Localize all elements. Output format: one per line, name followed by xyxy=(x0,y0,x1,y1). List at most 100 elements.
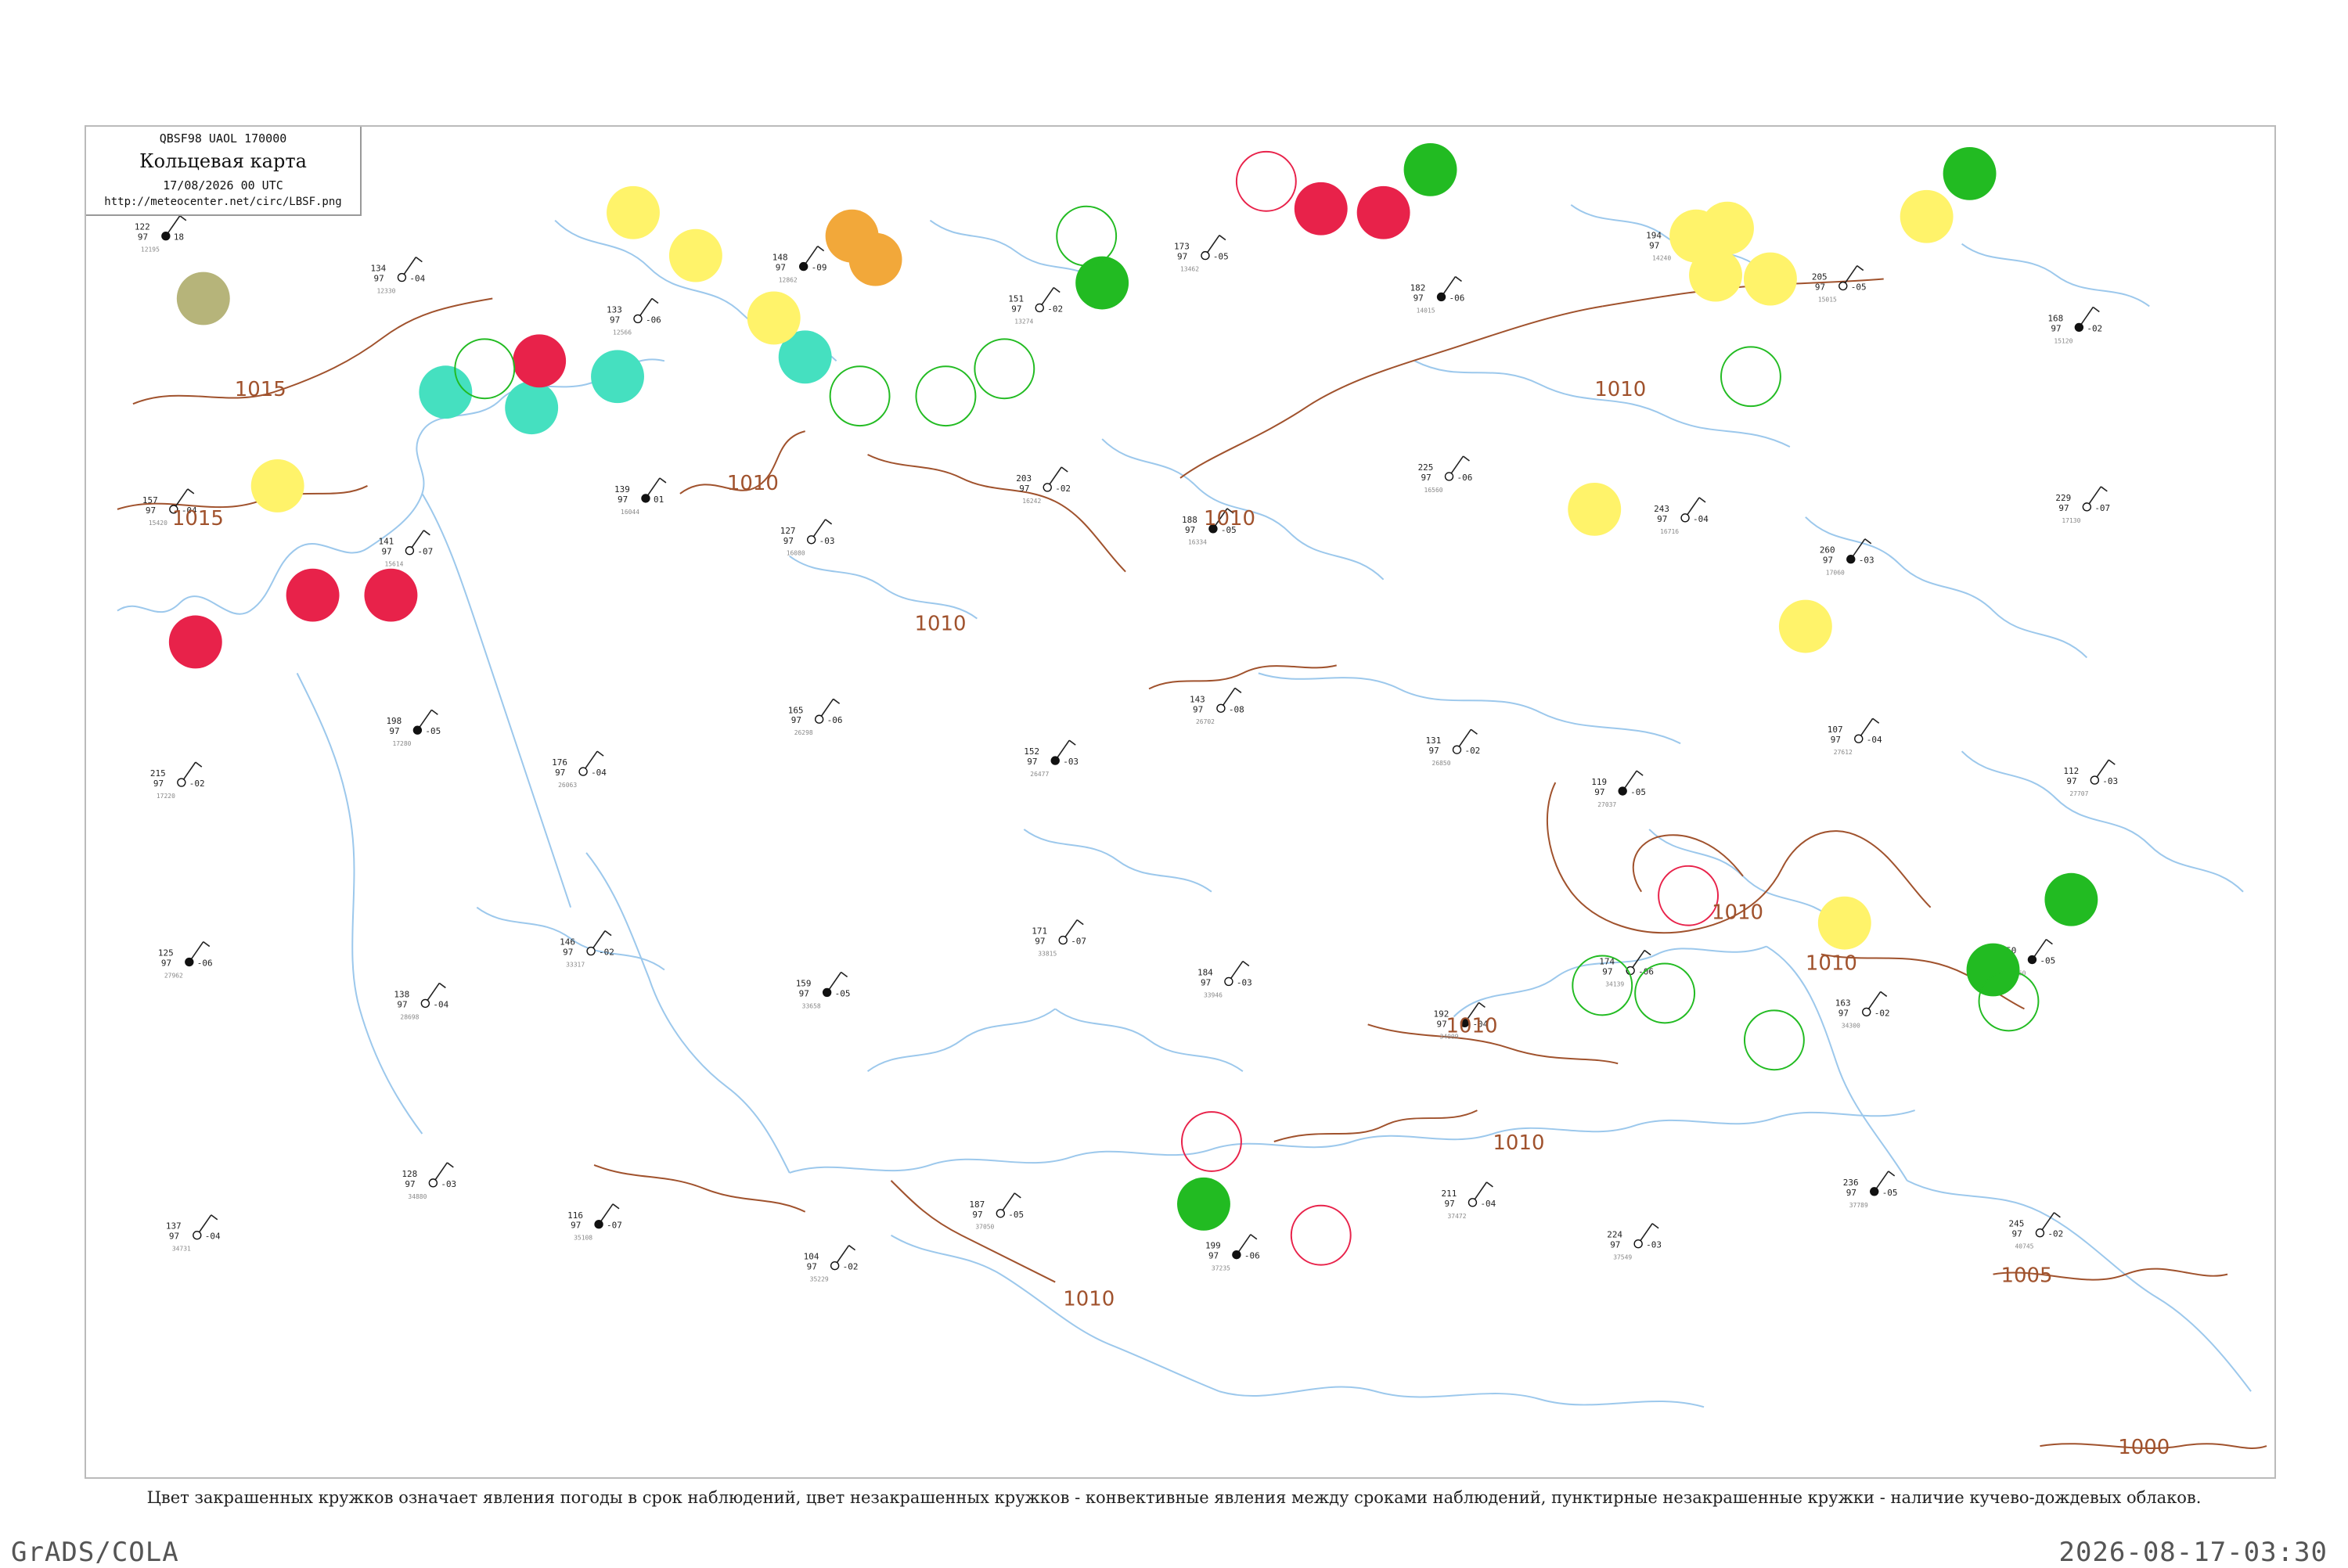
dewpoint-value: 97 xyxy=(405,1179,415,1189)
dewpoint-value: 97 xyxy=(972,1210,982,1220)
station-id: 15614 xyxy=(384,561,403,568)
station-plot: 13797 -04 34731 xyxy=(166,1214,221,1253)
pressure-tendency: 01 xyxy=(654,494,664,505)
weather-phenomenon-circle xyxy=(607,185,660,239)
station-id: 34880 xyxy=(408,1193,427,1200)
pressure-tendency: -07 xyxy=(417,547,433,557)
temperature-value: 236 xyxy=(1843,1178,1859,1188)
weather-phenomenon-circle xyxy=(747,291,801,345)
temperature-value: 125 xyxy=(158,948,174,958)
station-plot: 24397 -04 16716 xyxy=(1654,497,1709,535)
pressure-tendency: -04 xyxy=(433,999,448,1009)
station-plot: 11697 -07 35108 xyxy=(567,1203,622,1242)
station-id: 27962 xyxy=(164,972,183,979)
synoptic-map: 12297 181219513497 -041233013397 -061256614… xyxy=(117,142,2267,1459)
cloud-cover-icon xyxy=(1862,1007,1871,1017)
cloud-cover-icon xyxy=(798,261,808,272)
dewpoint-value: 97 xyxy=(1831,735,1841,745)
weather-phenomenon-circle xyxy=(1778,599,1832,653)
isobar-label: 1010 xyxy=(1446,1014,1498,1038)
temperature-value: 133 xyxy=(607,304,622,315)
temperature-value: 131 xyxy=(1426,735,1442,746)
cloud-cover-icon xyxy=(412,725,423,735)
station-id: 26298 xyxy=(794,729,813,736)
station-plot: 24597 -02 40745 xyxy=(2008,1212,2063,1250)
station-plot: 18297 -06 14015 xyxy=(1410,275,1464,314)
convective-ring-circle xyxy=(829,365,891,427)
station-plot: 12597 -06 27962 xyxy=(158,940,213,979)
convective-ring-circle xyxy=(454,338,516,400)
cloud-cover-icon xyxy=(1633,1239,1643,1249)
dewpoint-value: 97 xyxy=(397,999,407,1009)
cloud-cover-icon xyxy=(830,1261,840,1271)
source-url[interactable]: http://meteocenter.net/circ/LBSF.png xyxy=(86,196,360,208)
weather-phenomenon-circle xyxy=(250,459,304,512)
pressure-tendency: -06 xyxy=(646,315,661,325)
station-id: 26850 xyxy=(1432,760,1451,767)
station-plot: 12897 -03 34880 xyxy=(402,1162,456,1200)
station-id: 15420 xyxy=(149,520,167,527)
station-id: 12566 xyxy=(613,329,632,336)
pressure-tendency: -07 xyxy=(607,1221,622,1231)
station-plot: 20597 -05 15015 xyxy=(1812,264,1867,303)
station-id: 37789 xyxy=(1849,1202,1868,1209)
station-plot: 14397 -08 26702 xyxy=(1190,687,1244,725)
temperature-value: 260 xyxy=(1820,545,1835,556)
convective-ring-circle xyxy=(915,365,977,427)
station-plot: 22597 -06 16560 xyxy=(1418,455,1472,494)
weather-phenomenon-circle xyxy=(1689,248,1742,302)
weather-phenomenon-circle xyxy=(1900,189,1954,243)
dewpoint-value: 97 xyxy=(1594,787,1604,797)
cloud-cover-icon xyxy=(1201,250,1210,261)
temperature-value: 152 xyxy=(1024,746,1039,757)
pressure-tendency: -02 xyxy=(1055,484,1071,494)
station-id: 26063 xyxy=(558,782,577,789)
station-id: 28698 xyxy=(400,1013,419,1020)
station-plot: 20397 -02 16242 xyxy=(1016,466,1071,505)
pressure-tendency: -09 xyxy=(812,263,827,273)
weather-phenomenon-circle xyxy=(419,365,473,419)
station-id: 17130 xyxy=(2062,517,2080,524)
station-id: 33317 xyxy=(566,962,585,969)
station-plot: 19897 -05 17280 xyxy=(386,709,441,747)
pressure-tendency: -03 xyxy=(441,1179,456,1189)
dewpoint-value: 97 xyxy=(1185,525,1195,535)
station-plot: 15197 -02 13274 xyxy=(1008,286,1063,325)
station-plot: 16897 -02 15120 xyxy=(2047,306,2102,344)
isobar-label: 1010 xyxy=(1493,1131,1544,1155)
station-plot: 13397 -06 12566 xyxy=(607,297,661,336)
weather-phenomenon-circle xyxy=(1403,142,1457,196)
temperature-value: 127 xyxy=(780,526,796,536)
station-id: 35108 xyxy=(574,1235,592,1242)
station-id: 13274 xyxy=(1014,318,1033,325)
dewpoint-value: 97 xyxy=(776,263,786,273)
pressure-tendency: -02 xyxy=(1047,304,1063,314)
dewpoint-value: 97 xyxy=(2058,503,2069,513)
dewpoint-value: 97 xyxy=(1421,473,1431,483)
temperature-value: 139 xyxy=(614,484,630,494)
weather-phenomenon-circle xyxy=(364,568,418,622)
isobar-label: 1000 xyxy=(2118,1436,2170,1459)
cloud-cover-icon xyxy=(161,231,171,241)
temperature-value: 116 xyxy=(567,1210,583,1221)
station-plot: 16597 -06 26298 xyxy=(788,698,842,736)
pressure-tendency: -03 xyxy=(1859,556,1874,566)
cloud-cover-icon xyxy=(2082,502,2092,512)
dewpoint-value: 97 xyxy=(2066,776,2076,786)
dewpoint-value: 97 xyxy=(2011,1229,2022,1239)
cloud-cover-icon xyxy=(996,1209,1006,1218)
cloud-cover-icon xyxy=(814,714,824,724)
temperature-value: 243 xyxy=(1654,504,1669,514)
pressure-tendency: -03 xyxy=(819,536,835,546)
cloud-cover-icon xyxy=(1043,483,1052,492)
station-id: 17280 xyxy=(392,740,411,747)
station-id: 16560 xyxy=(1424,487,1443,494)
weather-phenomenon-circle xyxy=(1817,896,1871,950)
dewpoint-value: 97 xyxy=(161,958,171,969)
station-plot: 18497 -03 33946 xyxy=(1197,960,1252,998)
station-id: 37050 xyxy=(975,1224,994,1231)
temperature-value: 245 xyxy=(2008,1219,2024,1229)
station-plot: 22497 -03 37549 xyxy=(1607,1223,1662,1261)
cloud-cover-icon xyxy=(1468,1198,1478,1207)
dewpoint-value: 97 xyxy=(169,1232,179,1242)
